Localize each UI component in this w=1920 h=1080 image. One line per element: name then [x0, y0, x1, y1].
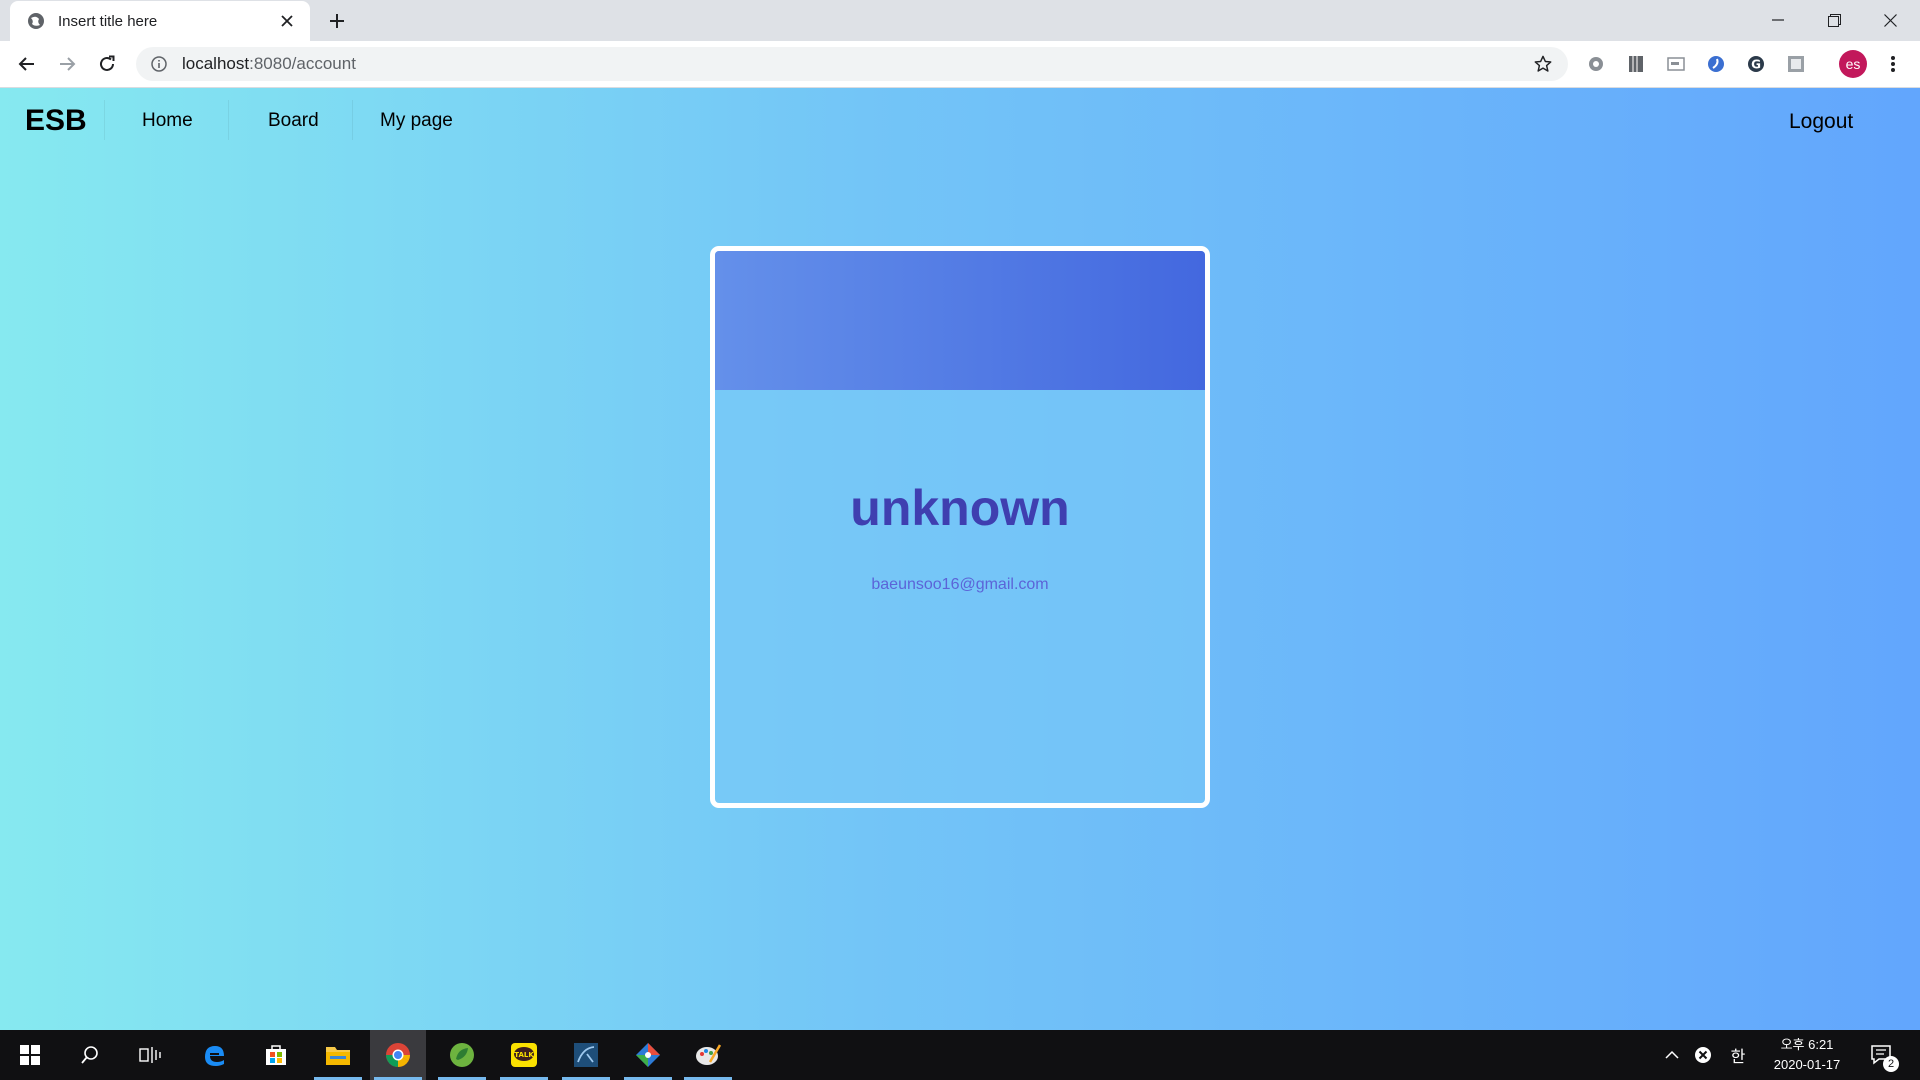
nav-mypage-link[interactable]: My page	[380, 110, 453, 132]
nav-home-link[interactable]: Home	[142, 110, 193, 132]
microsoft-store-icon[interactable]	[248, 1030, 304, 1080]
windows-taskbar: TALK 한 오후 6:21 2020-01-17 2	[0, 1030, 1920, 1080]
chrome-browser-icon[interactable]	[370, 1030, 426, 1080]
globe-icon	[26, 11, 46, 31]
mysql-workbench-icon[interactable]	[558, 1030, 614, 1080]
close-window-icon[interactable]	[1862, 0, 1918, 40]
nav-divider	[104, 100, 105, 140]
tab-title: Insert title here	[58, 12, 158, 30]
logout-link[interactable]: Logout	[1789, 110, 1853, 134]
extension-ghostery-icon[interactable]: G	[1743, 51, 1769, 77]
browser-tab-strip: Insert title here	[0, 0, 1920, 41]
file-explorer-icon[interactable]	[310, 1030, 366, 1080]
windows-start-icon[interactable]	[2, 1030, 58, 1080]
kakaotalk-icon[interactable]: TALK	[496, 1030, 552, 1080]
url-host: localhost	[182, 54, 250, 73]
extension-barcode-icon[interactable]	[1623, 51, 1649, 77]
back-arrow-icon[interactable]	[12, 49, 42, 79]
svg-text:G: G	[1751, 58, 1761, 72]
address-bar[interactable]: localhost:8080/account	[136, 47, 1568, 81]
url-path: :8080/account	[249, 54, 356, 73]
extension-card-icon[interactable]	[1663, 51, 1689, 77]
url-text[interactable]: localhost:8080/account	[182, 54, 1532, 74]
more-menu-icon[interactable]	[1880, 51, 1906, 77]
browser-tab[interactable]: Insert title here	[10, 1, 310, 41]
spring-tool-suite-icon[interactable]	[434, 1030, 490, 1080]
site-navbar: ESB Home Board My page Logout	[0, 88, 1920, 154]
new-tab-button[interactable]	[322, 7, 352, 35]
site-brand-logo[interactable]: ESB	[25, 104, 87, 138]
browser-toolbar: localhost:8080/account G es	[0, 41, 1920, 88]
bookmark-star-icon[interactable]	[1532, 53, 1554, 75]
nav-board-link[interactable]: Board	[268, 110, 319, 132]
tab-close-icon[interactable]	[276, 10, 298, 32]
extension-shield-icon[interactable]	[1703, 51, 1729, 77]
notification-count-badge: 2	[1883, 1056, 1899, 1072]
clock-date: 2020-01-17	[1773, 1057, 1841, 1072]
profile-card: unknown baeunsoo16@gmail.com	[710, 246, 1210, 808]
profile-email: baeunsoo16@gmail.com	[871, 576, 1049, 593]
extension-image-icon[interactable]	[1783, 51, 1809, 77]
task-view-icon[interactable]	[122, 1030, 178, 1080]
profile-username: unknown	[850, 480, 1070, 536]
extension-gear-icon[interactable]	[1583, 51, 1609, 77]
action-center-icon[interactable]: 2	[1864, 1030, 1900, 1080]
tray-chevron-up-icon[interactable]	[1660, 1030, 1684, 1080]
ime-indicator[interactable]: 한	[1725, 1030, 1751, 1080]
page-viewport: ESB Home Board My page Logout unknown ba…	[0, 88, 1920, 1030]
search-icon[interactable]	[62, 1030, 118, 1080]
sourcetree-icon[interactable]	[620, 1030, 676, 1080]
minimize-icon[interactable]	[1750, 0, 1806, 40]
nav-divider	[228, 100, 229, 140]
forward-arrow-icon[interactable]	[52, 49, 82, 79]
svg-text:TALK: TALK	[514, 1051, 534, 1059]
nav-divider	[352, 100, 353, 140]
edge-browser-icon[interactable]	[186, 1030, 242, 1080]
reload-icon[interactable]	[92, 49, 122, 79]
paint-app-icon[interactable]	[680, 1030, 736, 1080]
info-icon[interactable]	[150, 55, 168, 73]
profile-card-header	[715, 251, 1205, 390]
profile-avatar[interactable]: es	[1839, 50, 1867, 78]
clock-time: 오후 6:21	[1780, 1037, 1834, 1052]
taskbar-clock[interactable]: 오후 6:21 2020-01-17	[1762, 1035, 1852, 1075]
network-disconnected-icon[interactable]	[1691, 1030, 1715, 1080]
restore-icon[interactable]	[1806, 0, 1862, 40]
